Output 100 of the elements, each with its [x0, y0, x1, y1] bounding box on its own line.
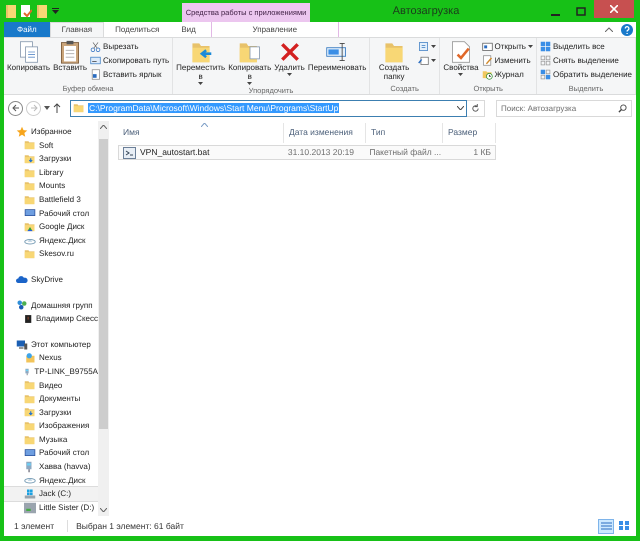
nav-item[interactable]: SkyDrive: [4, 272, 98, 287]
scissors-icon: [90, 41, 101, 52]
nav-item[interactable]: Загрузки: [4, 152, 98, 166]
ribbon-button[interactable]: Вставить ярлык: [89, 68, 170, 81]
ribbon-button[interactable]: Копировать: [6, 40, 52, 83]
left-arrow-icon: [12, 104, 20, 112]
history-icon: [482, 69, 493, 80]
column-header[interactable]: Тип: [366, 123, 443, 143]
nav-item[interactable]: Хавва (havva): [4, 460, 98, 474]
close-button[interactable]: [594, 0, 634, 18]
ribbon-button[interactable]: Изменить: [480, 54, 534, 67]
nav-item[interactable]: Jack (C:): [4, 487, 98, 501]
download-folder-icon: [24, 152, 36, 165]
ribbon-button[interactable]: Удалить: [273, 40, 306, 85]
nav-item[interactable]: TP-LINK_B9755A: [4, 364, 98, 378]
properties-page-icon[interactable]: [21, 4, 32, 18]
nav-item[interactable]: Видео: [4, 378, 98, 392]
ribbon-button[interactable]: Скопировать путь: [89, 54, 170, 67]
scroll-down-icon[interactable]: [100, 508, 107, 512]
star-icon: [16, 126, 28, 138]
ribbon-tab[interactable]: Главная: [50, 22, 104, 37]
nav-item[interactable]: Яндекс.Диск: [4, 474, 98, 488]
scroll-thumb[interactable]: [99, 139, 108, 429]
nav-item[interactable]: Library: [4, 166, 98, 180]
help-icon[interactable]: [621, 24, 633, 36]
folder-icon: [24, 194, 36, 206]
ribbon-button[interactable]: Создать папку: [372, 40, 416, 83]
caret-icon[interactable]: [457, 106, 464, 110]
nav-item[interactable]: Этот компьютер: [4, 338, 98, 352]
nav-item[interactable]: Музыка: [4, 432, 98, 446]
device-icon: [24, 352, 36, 364]
folder-icon: [73, 102, 85, 114]
ribbon-button[interactable]: Свойства: [442, 40, 480, 83]
nav-item[interactable]: Nexus: [4, 351, 98, 365]
nav-item[interactable]: Документы: [4, 392, 98, 406]
right-arrow-icon: [30, 104, 38, 112]
invert-selection-icon: [540, 69, 551, 80]
folder-icon: [24, 166, 36, 179]
ribbon-button[interactable]: Вставить: [52, 40, 88, 83]
recent-caret-icon[interactable]: [44, 106, 50, 110]
ribbon-button[interactable]: Открыть: [480, 40, 534, 53]
refresh-button[interactable]: [467, 100, 485, 116]
cloud-icon: [16, 274, 28, 286]
file-date: 31.10.2013 20:19: [286, 147, 356, 158]
column-header[interactable]: Дата изменения: [284, 123, 366, 143]
file-tab[interactable]: Файл: [4, 22, 50, 37]
ribbon-button[interactable]: Выделить все: [538, 40, 633, 53]
up-arrow-icon[interactable]: [53, 103, 61, 113]
window-title: Автозагрузка: [392, 4, 460, 19]
nav-item[interactable]: Mounts: [4, 179, 98, 193]
nav-item[interactable]: Загрузки: [4, 406, 98, 420]
open-window-icon: [482, 41, 493, 52]
nav-item[interactable]: Рабочий стол: [4, 206, 98, 220]
ribbon-tab[interactable]: Вид: [170, 22, 207, 37]
column-header[interactable]: Размер: [443, 123, 496, 143]
scrollbar[interactable]: [98, 121, 109, 516]
collapse-ribbon-icon[interactable]: [605, 27, 613, 32]
avatar-icon: [24, 312, 33, 325]
folder-icon: [24, 420, 36, 432]
computer-icon: [16, 338, 28, 351]
nav-item[interactable]: Skesov.ru: [4, 247, 98, 261]
ribbon-button[interactable]: Переименовать: [306, 40, 367, 85]
nav-item[interactable]: Изображения: [4, 419, 98, 433]
nav-item[interactable]: Battlefield 3: [4, 192, 98, 207]
ribbon-button[interactable]: Переместить в: [175, 40, 226, 85]
nav-item[interactable]: Little Sister (D:): [4, 500, 98, 514]
nav-item[interactable]: Избранное: [4, 125, 98, 139]
details-list-icon: [600, 522, 612, 530]
ribbon-button[interactable]: [417, 54, 438, 67]
maximize-icon[interactable]: [576, 6, 586, 16]
scroll-up-icon[interactable]: [100, 125, 107, 129]
folder-icon: [24, 392, 36, 405]
ribbon-button[interactable]: Копировать в: [227, 40, 272, 85]
ribbon-tab[interactable]: Поделиться: [104, 22, 170, 37]
refresh-icon: [471, 104, 480, 112]
nav-item[interactable]: Google Диск: [4, 220, 98, 234]
nav-item[interactable]: Яндекс.Диск: [4, 234, 98, 248]
nav-item[interactable]: Soft: [4, 138, 98, 152]
shortcut-icon: [90, 69, 101, 80]
nav-item[interactable]: Владимир Скесс: [4, 312, 98, 326]
nav-item[interactable]: Домашняя групп: [4, 298, 98, 312]
details-view-button[interactable]: [598, 518, 614, 534]
file-row[interactable]: VPN_autostart.bat 31.10.2013 20:19 Пакетный файл ... 1 КБ: [118, 145, 496, 160]
nav-item[interactable]: Рабочий стол: [4, 446, 98, 460]
folder-icon: [24, 434, 36, 446]
ribbon-button[interactable]: Вырезать: [89, 40, 170, 53]
search-icon[interactable]: [618, 104, 627, 112]
file-name: VPN_autostart.bat: [140, 147, 210, 158]
folder-icon: [24, 379, 36, 392]
selection-info: Выбран 1 элемент: 61 байт: [76, 520, 184, 532]
select-all-icon: [540, 41, 551, 52]
ribbon-button[interactable]: Снять выделение: [538, 54, 633, 67]
folder-icon: [24, 139, 36, 152]
ribbon-button[interactable]: [417, 40, 438, 53]
search-field[interactable]: Поиск: Автозагрузка: [496, 100, 632, 116]
back-button[interactable]: [8, 100, 23, 116]
column-header[interactable]: Имя: [118, 123, 284, 143]
ribbon-button[interactable]: Журнал: [480, 68, 534, 81]
ribbon-button[interactable]: Обратить выделение: [538, 68, 633, 81]
customize-caret-icon[interactable]: [52, 8, 59, 14]
